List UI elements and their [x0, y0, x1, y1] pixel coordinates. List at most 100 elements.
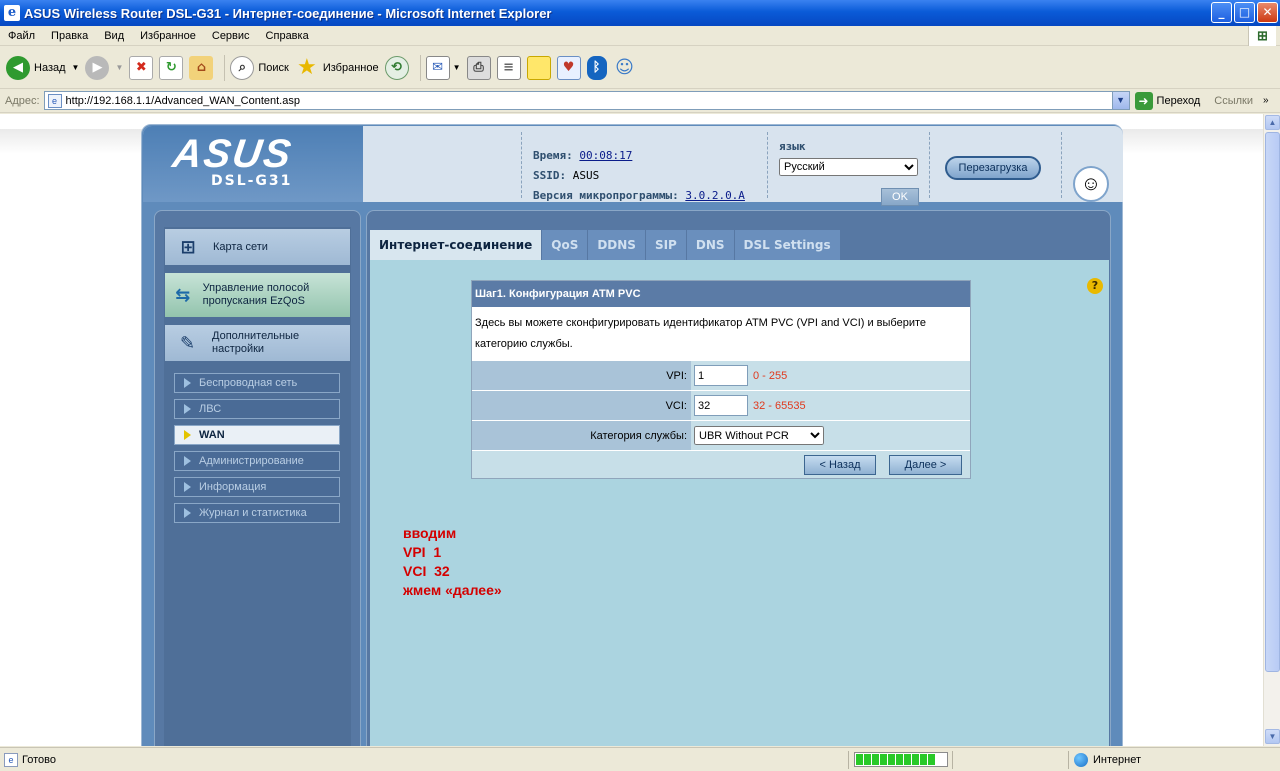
window-title: ASUS Wireless Router DSL-G31 - Интернет-…: [24, 5, 552, 21]
search-button[interactable]: ⌕ Поиск: [230, 55, 289, 80]
status-divider: [848, 751, 849, 769]
back-dropdown-icon[interactable]: ▼: [72, 63, 80, 72]
tab-internet-connection[interactable]: Интернет-соединение: [370, 230, 543, 262]
page-icon: e: [47, 93, 62, 108]
firmware-value[interactable]: 3.0.2.0.A: [685, 189, 745, 202]
nav-network-map-label: Карта сети: [213, 240, 268, 253]
progress-bar: [854, 752, 948, 767]
reboot-button[interactable]: Перезагрузка: [945, 156, 1041, 180]
print-icon: ⎙: [466, 55, 491, 80]
back-label: Назад: [34, 61, 66, 74]
chevron-right-icon[interactable]: »: [1263, 95, 1269, 106]
address-dropdown-icon[interactable]: ▼: [1111, 92, 1129, 109]
history-button[interactable]: ⟲: [384, 55, 409, 80]
favorites-label: Избранное: [322, 61, 379, 74]
nav-administration[interactable]: Администрирование: [174, 451, 340, 471]
progress-segment: [904, 754, 911, 765]
progress-segment: [912, 754, 919, 765]
tools-icon: ✎: [179, 332, 196, 354]
vci-input[interactable]: [694, 395, 748, 416]
go-button[interactable]: Переход: [1157, 95, 1201, 107]
nav-log-stats[interactable]: Журнал и статистика: [174, 503, 340, 523]
tab-dns[interactable]: DNS: [686, 230, 735, 260]
service-category-label: Категория службы:: [472, 421, 691, 450]
contacts-button[interactable]: ☺: [613, 56, 637, 80]
service-category-select[interactable]: UBR Without PCR: [694, 426, 824, 445]
bluetooth-button[interactable]: ᛒ: [586, 55, 607, 80]
notes-button[interactable]: [526, 55, 551, 80]
vertical-scrollbar[interactable]: ▲ ▼: [1263, 114, 1280, 746]
tab-ddns[interactable]: DDNS: [588, 230, 646, 260]
menu-help[interactable]: Справка: [258, 30, 317, 42]
time-value[interactable]: 00:08:17: [579, 149, 632, 162]
forward-dropdown-icon[interactable]: ▼: [115, 63, 123, 72]
nav-wireless[interactable]: Беспроводная сеть: [174, 373, 340, 393]
zone-label: Интернет: [1093, 754, 1141, 766]
tab-dsl-settings[interactable]: DSL Settings: [734, 230, 841, 260]
home-button[interactable]: ⌂: [189, 55, 214, 80]
vpi-row: VPI: 0 - 255: [472, 360, 970, 390]
help-icon[interactable]: ?: [1087, 278, 1103, 294]
refresh-button[interactable]: ↻: [159, 55, 184, 80]
messenger-button[interactable]: ♥: [556, 55, 581, 80]
scroll-down-icon[interactable]: ▼: [1265, 729, 1280, 744]
menu-favorites[interactable]: Избранное: [132, 30, 204, 42]
maximize-button[interactable]: □: [1234, 2, 1255, 23]
menu-edit[interactable]: Правка: [43, 30, 96, 42]
nav-log-stats-label: Журнал и статистика: [199, 507, 307, 519]
asus-logo: ASUS: [169, 132, 296, 176]
nav-wan[interactable]: WAN: [174, 425, 340, 445]
progress-segment: [880, 754, 887, 765]
security-zone: Интернет: [1074, 753, 1141, 767]
menu-file[interactable]: Файл: [0, 30, 43, 42]
scroll-up-icon[interactable]: ▲: [1265, 115, 1280, 130]
go-arrow-icon[interactable]: ➜: [1134, 91, 1153, 110]
mail-button[interactable]: ✉ ▼: [425, 55, 461, 80]
nav-lan[interactable]: ЛВС: [174, 399, 340, 419]
language-ok-button[interactable]: OK: [881, 188, 919, 206]
stop-button[interactable]: ✖: [129, 55, 154, 80]
minimize-button[interactable]: _: [1211, 2, 1232, 23]
nav-wireless-label: Беспроводная сеть: [199, 377, 298, 389]
vpi-label: VPI:: [472, 361, 691, 390]
windows-logo-icon: ⊞: [1248, 26, 1276, 46]
nav-advanced-settings[interactable]: ✎ Дополнительные настройки: [165, 325, 350, 361]
nav-administration-label: Администрирование: [199, 455, 304, 467]
next-step-button[interactable]: Далее >: [889, 455, 962, 475]
print-button[interactable]: ⎙: [466, 55, 491, 80]
mail-dropdown-icon[interactable]: ▼: [453, 63, 461, 72]
links-label[interactable]: Ссылки: [1214, 95, 1253, 107]
nav-ezqos[interactable]: ⇆ Управление полосой пропускания EzQoS: [165, 273, 350, 317]
favorites-button[interactable]: ★ Избранное: [295, 55, 379, 80]
ie-app-icon[interactable]: e: [4, 5, 20, 21]
back-step-button[interactable]: < Назад: [804, 455, 876, 475]
note-line: VCI 32: [403, 563, 450, 579]
language-select[interactable]: Русский: [779, 158, 918, 176]
back-button[interactable]: ◀ Назад ▼: [6, 55, 80, 80]
tab-sip[interactable]: SIP: [645, 230, 687, 260]
tab-qos[interactable]: QoS: [542, 230, 589, 260]
close-button[interactable]: ✕: [1257, 2, 1278, 23]
bluetooth-icon: ᛒ: [586, 55, 607, 80]
scroll-thumb[interactable]: [1265, 132, 1280, 672]
triangle-right-icon: [184, 508, 191, 518]
vpi-input[interactable]: [694, 365, 748, 386]
forward-button[interactable]: ▶ ▼: [85, 55, 123, 80]
triangle-right-icon: [184, 456, 191, 466]
menu-tools[interactable]: Сервис: [204, 30, 258, 42]
menu-view[interactable]: Вид: [96, 30, 132, 42]
firmware-label: Версия микропрограммы:: [533, 189, 679, 202]
title-bar: e ASUS Wireless Router DSL-G31 - Интерне…: [0, 0, 1280, 26]
toolbar-divider: [224, 54, 226, 81]
status-bar: e Готово Интернет: [0, 747, 1280, 771]
edit-button[interactable]: ≡: [496, 55, 521, 80]
nav-network-map[interactable]: ⊞ Карта сети: [165, 229, 350, 265]
address-input[interactable]: e http://192.168.1.1/Advanced_WAN_Conten…: [43, 91, 1130, 110]
tab-content: ? Шаг1. Конфигурация ATM PVC Здесь вы мо…: [370, 260, 1109, 746]
tab-bar: Интернет-соединение QoS DDNS SIP DNS DSL…: [370, 230, 841, 262]
note-line: VPI 1: [403, 544, 442, 560]
nav-information[interactable]: Информация: [174, 477, 340, 497]
vpi-range: 0 - 255: [753, 369, 788, 382]
triangle-right-icon: [184, 482, 191, 492]
main-panel: Интернет-соединение QoS DDNS SIP DNS DSL…: [366, 210, 1111, 746]
